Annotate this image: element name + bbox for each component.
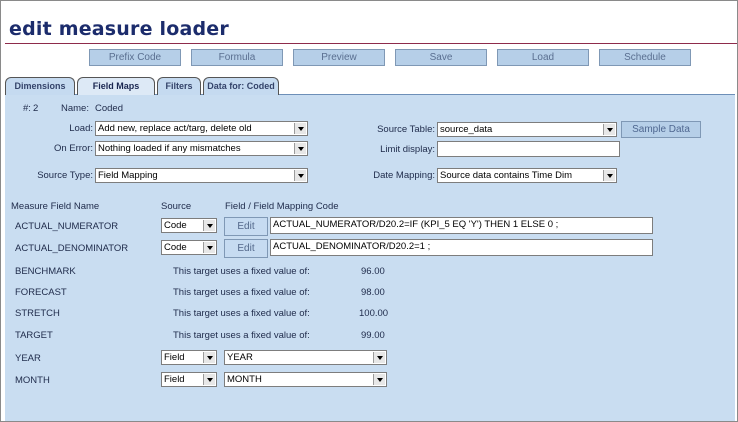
field-maps-panel: #: 2 Name: Coded Load: Add new, replace …	[5, 95, 735, 421]
field-name-forecast: FORECAST	[15, 287, 67, 298]
id-label: #:	[23, 103, 31, 114]
load-label: Load:	[69, 123, 93, 134]
date-mapping-label: Date Mapping:	[373, 170, 435, 181]
field-name-stretch: STRETCH	[15, 308, 60, 319]
schedule-button[interactable]: Schedule	[599, 49, 691, 66]
tab-dimensions[interactable]: Dimensions	[5, 77, 75, 95]
field-name-month: MONTH	[15, 375, 50, 386]
source-select-value: Field	[164, 352, 185, 363]
chevron-down-icon	[373, 374, 385, 385]
on-error-label: On Error:	[53, 143, 93, 154]
prefix-code-button[interactable]: Prefix Code	[89, 49, 181, 66]
date-mapping-select-value: Source data contains Time Dim	[440, 170, 573, 181]
source-select-value: Field	[164, 374, 185, 385]
source-table-label: Source Table:	[377, 124, 435, 135]
measure-loader-window: edit measure loader Prefix Code Formula …	[0, 0, 738, 422]
source-type-label: Source Type:	[37, 170, 93, 181]
fixed-value-target: 99.00	[361, 330, 385, 341]
header-source: Source	[161, 201, 192, 212]
source-table-select-value: source_data	[440, 124, 493, 135]
on-error-select[interactable]: Nothing loaded if any mismatches	[95, 141, 308, 156]
field-name-year: YEAR	[15, 353, 41, 364]
load-select-value: Add new, replace act/targ, delete old	[98, 123, 252, 134]
fixed-value-text-forecast: This target uses a fixed value of:	[173, 287, 310, 298]
chevron-down-icon	[603, 170, 615, 181]
code-input-actual-denominator[interactable]: ACTUAL_DENOMINATOR/D20.2=1 ;	[270, 239, 653, 256]
field-name-actual-denominator: ACTUAL_DENOMINATOR	[15, 243, 129, 254]
field-select-year[interactable]: YEAR	[224, 350, 387, 365]
source-table-select[interactable]: source_data	[437, 122, 617, 137]
field-name-benchmark: BENCHMARK	[15, 266, 76, 277]
formula-button[interactable]: Formula	[191, 49, 283, 66]
header-field-mapping-code: Field / Field Mapping Code	[225, 201, 339, 212]
page-title: edit measure loader	[9, 18, 229, 40]
tab-data-for-coded[interactable]: Data for: Coded	[203, 77, 279, 95]
chevron-down-icon	[203, 242, 215, 253]
on-error-select-value: Nothing loaded if any mismatches	[98, 143, 241, 154]
fixed-value-forecast: 98.00	[361, 287, 385, 298]
tab-bar: Dimensions Field Maps Filters Data for: …	[5, 75, 735, 95]
sample-data-button[interactable]: Sample Data	[621, 121, 701, 138]
field-select-month[interactable]: MONTH	[224, 372, 387, 387]
source-select-value: Code	[164, 242, 187, 253]
chevron-down-icon	[294, 123, 306, 134]
fixed-value-text-stretch: This target uses a fixed value of:	[173, 308, 310, 319]
save-button[interactable]: Save	[395, 49, 487, 66]
fixed-value-stretch: 100.00	[359, 308, 389, 319]
fixed-value-text-target: This target uses a fixed value of:	[173, 330, 310, 341]
edit-button-actual-numerator[interactable]: Edit	[224, 217, 268, 236]
chevron-down-icon	[373, 352, 385, 363]
load-button[interactable]: Load	[497, 49, 589, 66]
limit-display-label: Limit display:	[380, 144, 435, 155]
source-type-select-value: Field Mapping	[98, 170, 158, 181]
source-type-select[interactable]: Field Mapping	[95, 168, 308, 183]
chevron-down-icon	[203, 220, 215, 231]
source-select-month[interactable]: Field	[161, 372, 217, 387]
field-name-target: TARGET	[15, 330, 53, 341]
source-select-actual-denominator[interactable]: Code	[161, 240, 217, 255]
title-divider	[5, 43, 737, 44]
chevron-down-icon	[294, 170, 306, 181]
chevron-down-icon	[294, 143, 306, 154]
field-select-value: MONTH	[227, 374, 262, 385]
code-input-actual-numerator[interactable]: ACTUAL_NUMERATOR/D20.2=IF (KPI_5 EQ 'Y')…	[270, 217, 653, 234]
source-select-value: Code	[164, 220, 187, 231]
load-select[interactable]: Add new, replace act/targ, delete old	[95, 121, 308, 136]
name-label: Name:	[61, 103, 89, 114]
id-value: 2	[33, 103, 39, 114]
fixed-value-text-benchmark: This target uses a fixed value of:	[173, 266, 310, 277]
chevron-down-icon	[203, 352, 215, 363]
field-name-actual-numerator: ACTUAL_NUMERATOR	[15, 221, 119, 232]
source-select-year[interactable]: Field	[161, 350, 217, 365]
chevron-down-icon	[603, 124, 615, 135]
source-select-actual-numerator[interactable]: Code	[161, 218, 217, 233]
limit-display-input[interactable]	[437, 141, 620, 157]
header-measure-field-name: Measure Field Name	[11, 201, 100, 212]
fixed-value-benchmark: 96.00	[361, 266, 385, 277]
edit-button-actual-denominator[interactable]: Edit	[224, 239, 268, 258]
name-value: Coded	[95, 103, 123, 114]
chevron-down-icon	[203, 374, 215, 385]
tab-field-maps[interactable]: Field Maps	[77, 77, 155, 95]
field-select-value: YEAR	[227, 352, 253, 363]
tab-filters[interactable]: Filters	[157, 77, 201, 95]
date-mapping-select[interactable]: Source data contains Time Dim	[437, 168, 617, 183]
preview-button[interactable]: Preview	[293, 49, 385, 66]
